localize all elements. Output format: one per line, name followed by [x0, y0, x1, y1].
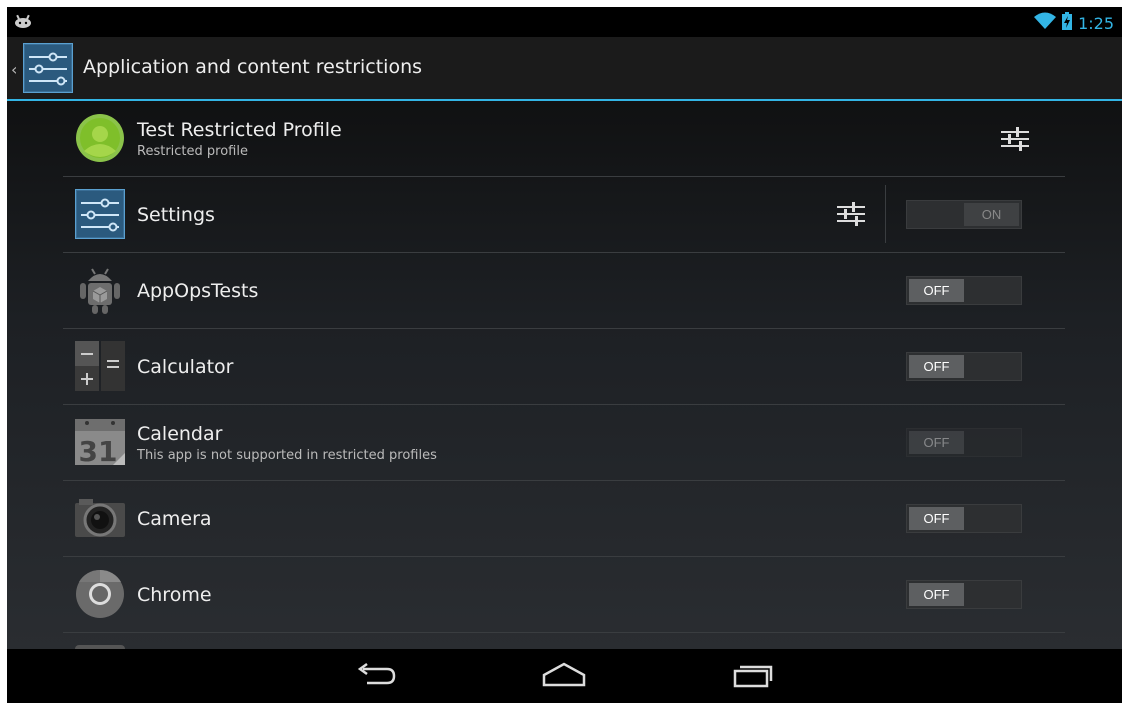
- app-name: Calendar: [137, 422, 223, 445]
- settings-icon: [75, 189, 125, 239]
- toggle-thumb: OFF: [909, 279, 964, 302]
- action-bar: ‹ Application and content restrictions: [7, 37, 1122, 101]
- profile-settings-icon[interactable]: [1000, 126, 1030, 156]
- app-row-appopstests[interactable]: AppOpsTests OFF: [63, 253, 1065, 329]
- app-row-camera[interactable]: Camera OFF: [63, 481, 1065, 557]
- back-icon[interactable]: [355, 661, 397, 695]
- device-screen: 1:25 ‹ Application and content restricti…: [7, 7, 1122, 703]
- toggle-thumb: OFF: [909, 431, 964, 454]
- profile-type: Restricted profile: [137, 143, 248, 159]
- status-time: 1:25: [1078, 13, 1114, 33]
- android-notification-icon: [13, 13, 33, 32]
- settings-toggle[interactable]: ON: [906, 200, 1022, 229]
- android-robot-icon: [75, 265, 125, 315]
- camera-toggle[interactable]: OFF: [906, 504, 1022, 533]
- calendar-toggle: OFF: [906, 428, 1022, 457]
- camera-icon: [75, 493, 125, 543]
- settings-app-icon[interactable]: [23, 43, 73, 97]
- app-row-partial[interactable]: [63, 633, 1065, 649]
- recent-apps-icon[interactable]: [732, 661, 774, 695]
- app-name: Settings: [137, 203, 215, 226]
- app-name: Chrome: [137, 583, 212, 606]
- profile-name: Test Restricted Profile: [137, 118, 342, 141]
- calculator-icon: [75, 341, 125, 391]
- vertical-divider: [885, 185, 886, 243]
- navigation-bar: [7, 649, 1122, 703]
- home-icon[interactable]: [541, 661, 587, 695]
- appopstests-toggle[interactable]: OFF: [906, 276, 1022, 305]
- app-unsupported-note: This app is not supported in restricted …: [137, 447, 437, 463]
- chrome-toggle[interactable]: OFF: [906, 580, 1022, 609]
- restrictions-list: Test Restricted Profile Restricted profi…: [63, 101, 1065, 649]
- app-name: AppOpsTests: [137, 279, 259, 302]
- battery-charging-icon: [1062, 12, 1073, 34]
- calculator-toggle[interactable]: OFF: [906, 352, 1022, 381]
- status-bar: 1:25: [7, 7, 1122, 37]
- toggle-thumb: OFF: [909, 583, 964, 606]
- chrome-icon: [75, 569, 125, 619]
- toggle-thumb: OFF: [909, 355, 964, 378]
- app-row-chrome[interactable]: Chrome OFF: [63, 557, 1065, 633]
- up-caret-icon[interactable]: ‹: [11, 60, 17, 79]
- profile-row[interactable]: Test Restricted Profile Restricted profi…: [63, 101, 1065, 177]
- toggle-thumb: OFF: [909, 507, 964, 530]
- profile-avatar-icon: [75, 113, 125, 163]
- app-name: Camera: [137, 507, 212, 530]
- svg-text:31: 31: [79, 435, 118, 467]
- app-row-calculator[interactable]: Calculator OFF: [63, 329, 1065, 405]
- app-row-settings[interactable]: Settings ON: [63, 177, 1065, 253]
- restrictions-list-area: Test Restricted Profile Restricted profi…: [7, 101, 1122, 649]
- toggle-thumb: ON: [964, 203, 1019, 226]
- page-title: Application and content restrictions: [83, 56, 423, 78]
- wifi-icon: [1034, 12, 1057, 34]
- app-name: Calculator: [137, 355, 234, 378]
- calendar-icon: 31: [75, 417, 125, 468]
- app-restrictions-settings-icon[interactable]: [836, 201, 866, 231]
- app-row-calendar[interactable]: 31 Calendar This app is not supported in…: [63, 405, 1065, 481]
